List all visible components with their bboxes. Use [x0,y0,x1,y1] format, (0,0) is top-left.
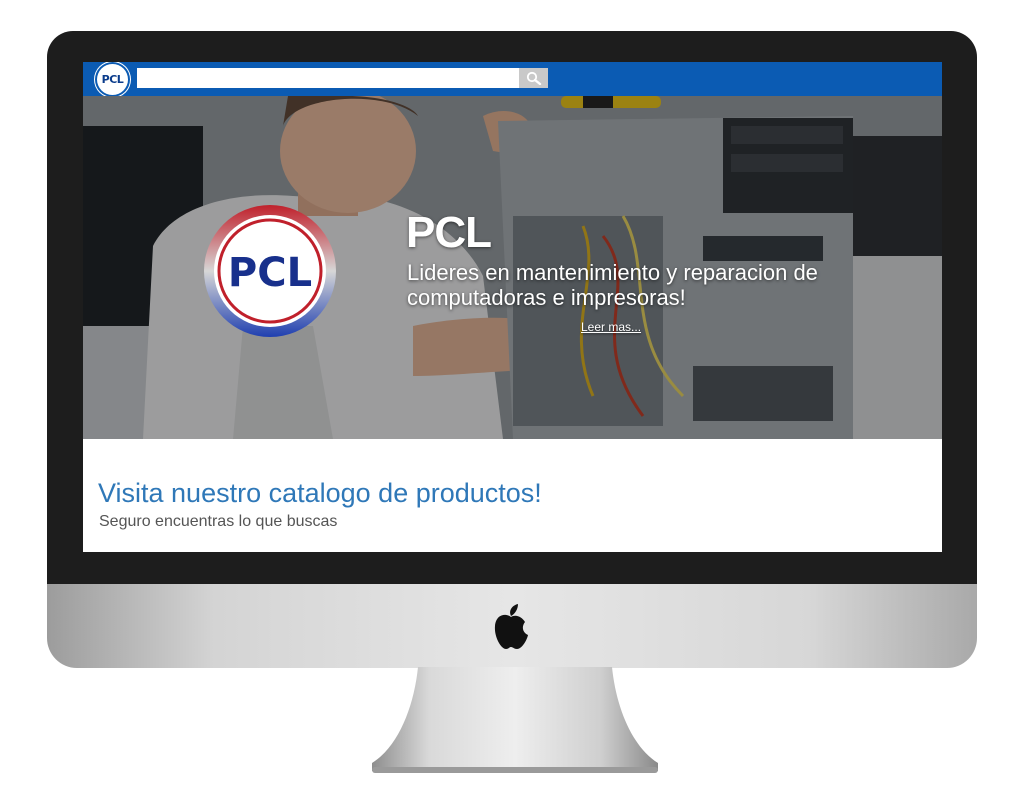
hero-logo-text: PCL [228,250,312,296]
monitor-stand [372,667,658,773]
read-more-link[interactable]: Leer mas... [581,320,641,334]
search-button[interactable] [519,68,548,88]
site-logo[interactable]: PCL [97,64,128,95]
browser-screen: PCL PCL PCL Lideres en mantenimiento y r… [83,62,942,552]
hero-tagline: Lideres en mantenimiento y reparacion de… [407,260,818,310]
site-logo-text: PCL [101,73,124,86]
search-icon [526,71,541,85]
hero-title: PCL [406,208,492,257]
catalog-heading[interactable]: Visita nuestro catalogo de productos! [98,478,542,509]
apple-icon [494,604,528,649]
search-input[interactable] [137,68,527,88]
hero-pcl-logo: PCL [204,205,336,337]
catalog-subheading: Seguro encuentras lo que buscas [99,513,338,530]
top-navigation-bar: PCL [83,62,942,96]
hero-banner: PCL PCL Lideres en mantenimiento y repar… [83,96,942,439]
